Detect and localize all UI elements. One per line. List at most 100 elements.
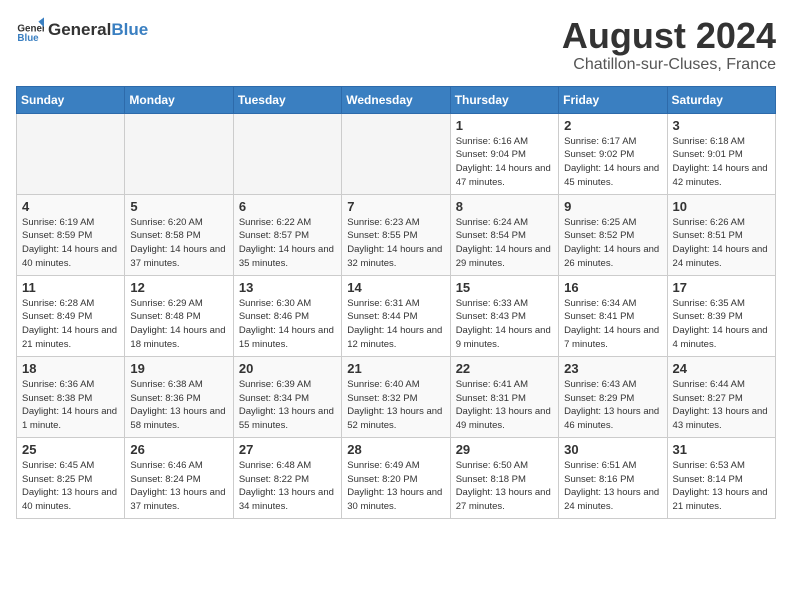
week-row-2: 4 Sunrise: 6:19 AM Sunset: 8:59 PM Daylig… [17,194,776,275]
day-number: 14 [347,280,444,295]
cell-info: Sunrise: 6:51 AM Sunset: 8:16 PM Dayligh… [564,459,661,514]
calendar-cell: 20 Sunrise: 6:39 AM Sunset: 8:34 PM Dayli… [233,356,341,437]
cell-info: Sunrise: 6:45 AM Sunset: 8:25 PM Dayligh… [22,459,119,514]
weekday-saturday: Saturday [667,86,775,113]
day-number: 4 [22,199,119,214]
day-number: 1 [456,118,553,133]
calendar-cell: 23 Sunrise: 6:43 AM Sunset: 8:29 PM Dayli… [559,356,667,437]
calendar-cell: 27 Sunrise: 6:48 AM Sunset: 8:22 PM Dayli… [233,437,341,518]
cell-info: Sunrise: 6:26 AM Sunset: 8:51 PM Dayligh… [673,216,770,271]
calendar-cell: 10 Sunrise: 6:26 AM Sunset: 8:51 PM Dayli… [667,194,775,275]
calendar-cell: 12 Sunrise: 6:29 AM Sunset: 8:48 PM Dayli… [125,275,233,356]
calendar-cell [125,113,233,194]
week-row-1: 1 Sunrise: 6:16 AM Sunset: 9:04 PM Daylig… [17,113,776,194]
cell-info: Sunrise: 6:46 AM Sunset: 8:24 PM Dayligh… [130,459,227,514]
calendar-cell: 19 Sunrise: 6:38 AM Sunset: 8:36 PM Dayli… [125,356,233,437]
day-number: 21 [347,361,444,376]
cell-info: Sunrise: 6:22 AM Sunset: 8:57 PM Dayligh… [239,216,336,271]
cell-info: Sunrise: 6:44 AM Sunset: 8:27 PM Dayligh… [673,378,770,433]
calendar-cell: 14 Sunrise: 6:31 AM Sunset: 8:44 PM Dayli… [342,275,450,356]
cell-info: Sunrise: 6:18 AM Sunset: 9:01 PM Dayligh… [673,135,770,190]
calendar-cell: 30 Sunrise: 6:51 AM Sunset: 8:16 PM Dayli… [559,437,667,518]
day-number: 30 [564,442,661,457]
cell-info: Sunrise: 6:19 AM Sunset: 8:59 PM Dayligh… [22,216,119,271]
cell-info: Sunrise: 6:23 AM Sunset: 8:55 PM Dayligh… [347,216,444,271]
cell-info: Sunrise: 6:53 AM Sunset: 8:14 PM Dayligh… [673,459,770,514]
cell-info: Sunrise: 6:25 AM Sunset: 8:52 PM Dayligh… [564,216,661,271]
calendar-cell: 25 Sunrise: 6:45 AM Sunset: 8:25 PM Dayli… [17,437,125,518]
logo: General Blue GeneralBlue [16,16,148,44]
day-number: 9 [564,199,661,214]
month-year: August 2024 [562,16,776,56]
header: General Blue GeneralBlue August 2024 Cha… [16,16,776,74]
title-area: August 2024 Chatillon-sur-Cluses, France [562,16,776,74]
week-row-3: 11Sunrise: 6:28 AM Sunset: 8:49 PM Dayli… [17,275,776,356]
calendar-cell: 6 Sunrise: 6:22 AM Sunset: 8:57 PM Daylig… [233,194,341,275]
day-number: 24 [673,361,770,376]
weekday-tuesday: Tuesday [233,86,341,113]
calendar-cell: 15 Sunrise: 6:33 AM Sunset: 8:43 PM Dayli… [450,275,558,356]
day-number: 16 [564,280,661,295]
day-number: 27 [239,442,336,457]
cell-info: Sunrise: 6:33 AM Sunset: 8:43 PM Dayligh… [456,297,553,352]
cell-info: Sunrise: 6:24 AM Sunset: 8:54 PM Dayligh… [456,216,553,271]
calendar-cell: 13Sunrise: 6:30 AM Sunset: 8:46 PM Dayli… [233,275,341,356]
location: Chatillon-sur-Cluses, France [562,56,776,74]
calendar-cell: 26 Sunrise: 6:46 AM Sunset: 8:24 PM Dayli… [125,437,233,518]
calendar-table: SundayMondayTuesdayWednesdayThursdayFrid… [16,86,776,519]
cell-info: Sunrise: 6:16 AM Sunset: 9:04 PM Dayligh… [456,135,553,190]
day-number: 7 [347,199,444,214]
cell-info: Sunrise: 6:50 AM Sunset: 8:18 PM Dayligh… [456,459,553,514]
day-number: 12 [130,280,227,295]
cell-info: Sunrise: 6:41 AM Sunset: 8:31 PM Dayligh… [456,378,553,433]
cell-info: Sunrise: 6:48 AM Sunset: 8:22 PM Dayligh… [239,459,336,514]
day-number: 26 [130,442,227,457]
weekday-friday: Friday [559,86,667,113]
calendar-cell: 2 Sunrise: 6:17 AM Sunset: 9:02 PM Daylig… [559,113,667,194]
weekday-monday: Monday [125,86,233,113]
calendar-cell: 17Sunrise: 6:35 AM Sunset: 8:39 PM Dayli… [667,275,775,356]
cell-info: Sunrise: 6:28 AM Sunset: 8:49 PM Dayligh… [22,297,119,352]
cell-info: Sunrise: 6:38 AM Sunset: 8:36 PM Dayligh… [130,378,227,433]
cell-info: Sunrise: 6:35 AM Sunset: 8:39 PM Dayligh… [673,297,770,352]
day-number: 10 [673,199,770,214]
day-number: 20 [239,361,336,376]
cell-info: Sunrise: 6:39 AM Sunset: 8:34 PM Dayligh… [239,378,336,433]
day-number: 23 [564,361,661,376]
calendar-cell: 24 Sunrise: 6:44 AM Sunset: 8:27 PM Dayli… [667,356,775,437]
calendar-cell: 11Sunrise: 6:28 AM Sunset: 8:49 PM Dayli… [17,275,125,356]
weekday-header-row: SundayMondayTuesdayWednesdayThursdayFrid… [17,86,776,113]
day-number: 15 [456,280,553,295]
cell-info: Sunrise: 6:36 AM Sunset: 8:38 PM Dayligh… [22,378,119,433]
day-number: 8 [456,199,553,214]
weekday-thursday: Thursday [450,86,558,113]
calendar-cell: 4 Sunrise: 6:19 AM Sunset: 8:59 PM Daylig… [17,194,125,275]
cell-info: Sunrise: 6:43 AM Sunset: 8:29 PM Dayligh… [564,378,661,433]
cell-info: Sunrise: 6:30 AM Sunset: 8:46 PM Dayligh… [239,297,336,352]
calendar-cell: 9 Sunrise: 6:25 AM Sunset: 8:52 PM Daylig… [559,194,667,275]
day-number: 22 [456,361,553,376]
cell-info: Sunrise: 6:31 AM Sunset: 8:44 PM Dayligh… [347,297,444,352]
week-row-4: 18Sunrise: 6:36 AM Sunset: 8:38 PM Dayli… [17,356,776,437]
calendar-cell: 1 Sunrise: 6:16 AM Sunset: 9:04 PM Daylig… [450,113,558,194]
day-number: 19 [130,361,227,376]
calendar-cell: 7 Sunrise: 6:23 AM Sunset: 8:55 PM Daylig… [342,194,450,275]
cell-info: Sunrise: 6:20 AM Sunset: 8:58 PM Dayligh… [130,216,227,271]
calendar-cell: 3Sunrise: 6:18 AM Sunset: 9:01 PM Daylig… [667,113,775,194]
cell-info: Sunrise: 6:17 AM Sunset: 9:02 PM Dayligh… [564,135,661,190]
day-number: 28 [347,442,444,457]
calendar-cell: 22 Sunrise: 6:41 AM Sunset: 8:31 PM Dayli… [450,356,558,437]
day-number: 5 [130,199,227,214]
day-number: 2 [564,118,661,133]
logo-icon: General Blue [16,16,44,44]
day-number: 6 [239,199,336,214]
calendar-cell [342,113,450,194]
calendar-cell: 5 Sunrise: 6:20 AM Sunset: 8:58 PM Daylig… [125,194,233,275]
logo-general: GeneralBlue [48,21,148,40]
cell-info: Sunrise: 6:29 AM Sunset: 8:48 PM Dayligh… [130,297,227,352]
day-number: 25 [22,442,119,457]
calendar-body: 1 Sunrise: 6:16 AM Sunset: 9:04 PM Daylig… [17,113,776,518]
calendar-cell: 31 Sunrise: 6:53 AM Sunset: 8:14 PM Dayli… [667,437,775,518]
day-number: 31 [673,442,770,457]
cell-info: Sunrise: 6:34 AM Sunset: 8:41 PM Dayligh… [564,297,661,352]
